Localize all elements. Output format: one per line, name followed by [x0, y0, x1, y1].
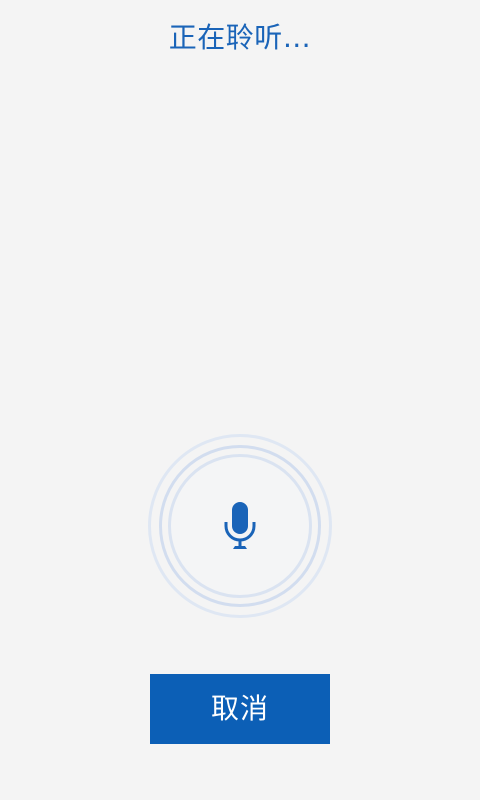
microphone-icon	[224, 502, 256, 549]
voice-input-indicator[interactable]	[148, 434, 332, 618]
cancel-button[interactable]: 取消	[150, 674, 330, 744]
listening-status-text: 正在聆听…	[168, 21, 312, 54]
